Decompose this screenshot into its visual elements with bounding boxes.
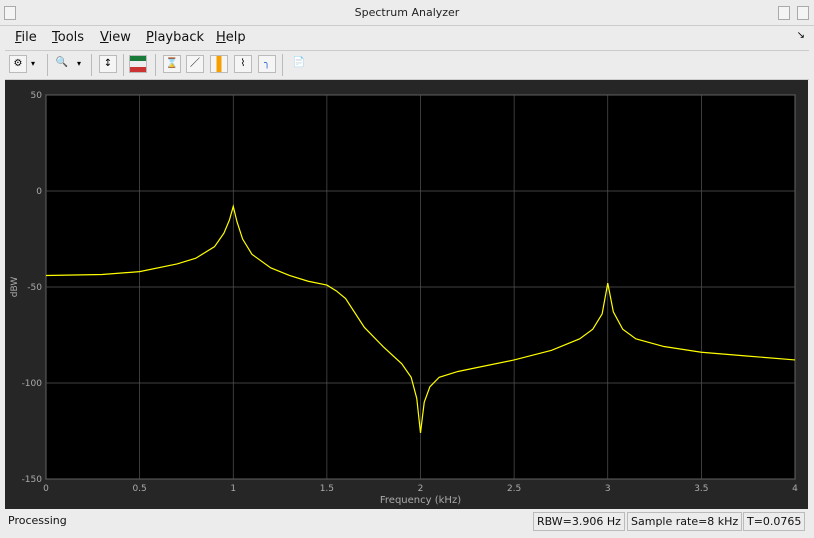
separator [155,54,156,76]
status-text: Processing [8,514,67,527]
data-cursor-icon[interactable]: ／ [186,55,204,73]
x-tick-label: 0 [43,484,49,494]
sample-rate-readout: Sample rate=8 kHz [627,512,743,531]
y-tick-label: 0 [36,187,42,197]
zoom-dropdown-icon[interactable]: ▾ [77,59,81,68]
y-tick-label: 50 [31,91,43,101]
separator [282,54,283,76]
spectrum-settings-icon[interactable] [129,55,147,73]
menu-tools[interactable]: Tools [52,30,84,45]
window-title: Spectrum Analyzer [354,6,460,19]
plot-area: 0 0.5 1 1.5 2 2.5 3 3.5 4 50 0 -50 -100 -150 Frequency… [5,80,808,509]
dock-icon[interactable]: ↘ [797,30,805,41]
x-tick-label: 4 [792,484,798,494]
rbw-readout: RBW=3.906 Hz [533,512,625,531]
settings-dropdown-icon[interactable]: ▾ [31,59,35,68]
x-tick-label: 3 [605,484,611,494]
separator [91,54,92,76]
menu-help[interactable]: Help [216,30,246,45]
x-tick-label: 0.5 [132,484,146,494]
menu-bar: File Tools View Playback Help ↘ [5,26,809,48]
y-tick-label: -50 [27,283,42,293]
generate-script-icon[interactable]: 📄 [290,55,308,73]
menu-file[interactable]: File [15,30,37,45]
maximize-button[interactable] [797,6,809,20]
ccdf-icon[interactable]: ╮ [258,55,276,73]
separator [47,54,48,76]
settings-icon[interactable]: ⚙ [9,55,27,73]
y-tick-label: -100 [22,379,43,389]
menu-playback[interactable]: Playback [146,30,204,45]
time-readout: T=0.0765 [743,512,806,531]
x-tick-label: 3.5 [694,484,708,494]
spectrum-chart: 0 0.5 1 1.5 2 2.5 3 3.5 4 50 0 -50 -100 -150 Frequency… [10,91,798,506]
x-tick-label: 2.5 [507,484,521,494]
minimize-button[interactable] [778,6,790,20]
menu-view[interactable]: View [100,30,131,45]
x-tick-label: 1 [230,484,236,494]
x-tick-label: 1.5 [320,484,334,494]
y-tick-label: -150 [22,475,43,485]
x-axis-label: Frequency (kHz) [380,495,461,506]
cursor-measurements-icon[interactable]: ⌛ [163,55,181,73]
x-tick-label: 2 [418,484,424,494]
peak-finder-icon[interactable]: ⌇ [234,55,252,73]
separator [123,54,124,76]
zoom-in-icon[interactable]: 🔍 [53,55,71,73]
toolbar: ⚙ ▾ 🔍 ▾ ↕ ⌛ ／ ⌇ ╮ 📄 [5,50,809,80]
title-bar: Spectrum Analyzer [0,0,814,26]
y-axis-label: dBW [10,277,20,298]
channel-measurements-icon[interactable] [210,55,228,73]
status-bar: Processing RBW=3.906 Hz Sample rate=8 kH… [5,510,809,532]
scale-axes-icon[interactable]: ↕ [99,55,117,73]
